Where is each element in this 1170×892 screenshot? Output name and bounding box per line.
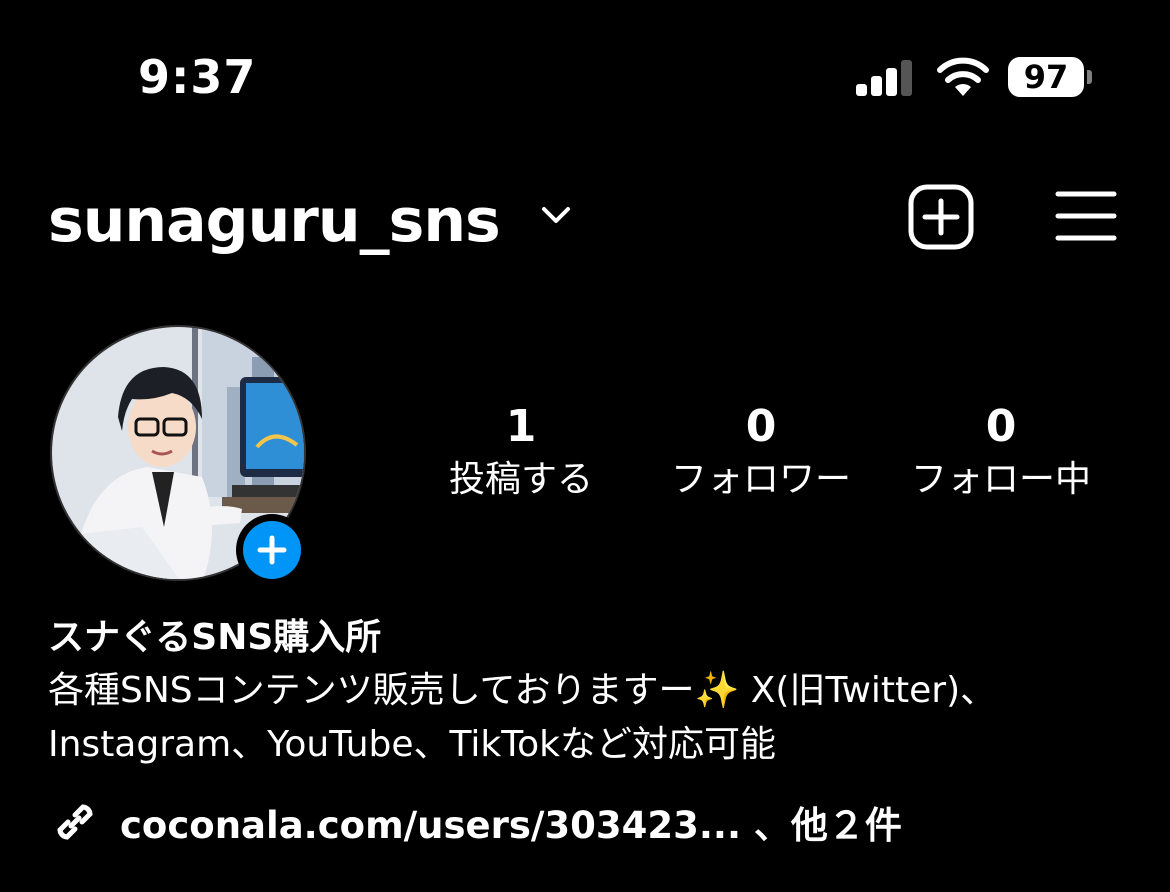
- bio-line-2: Instagram、YouTube、TikTokなど対応可能: [48, 724, 777, 765]
- profile-link-text[interactable]: coconala.com/users/303423... 、他２件: [120, 795, 902, 849]
- create-post-button[interactable]: [908, 184, 974, 250]
- plus-icon: [243, 521, 301, 579]
- battery-tip: [1087, 70, 1092, 84]
- menu-icon[interactable]: [1055, 190, 1117, 242]
- bio-line-1: 各種SNSコンテンツ販売しておりますー✨ X(旧Twitter)、: [48, 670, 997, 711]
- following-label: フォロー中: [910, 459, 1091, 500]
- add-story-button[interactable]: [236, 514, 308, 586]
- following-count: 0: [985, 401, 1017, 452]
- wifi-icon: [937, 57, 989, 96]
- stat-following[interactable]: 0 フォロー中: [891, 398, 1111, 504]
- username-switcher[interactable]: sunaguru_sns: [48, 186, 501, 256]
- link-icon: [57, 804, 93, 840]
- display-name: スナぐるSNS購入所: [48, 617, 382, 658]
- stat-followers[interactable]: 0 フォロワー: [651, 398, 871, 504]
- cellular-signal-icon: [856, 60, 912, 96]
- followers-label: フォロワー: [670, 459, 851, 500]
- bio-text: 各種SNSコンテンツ販売しておりますー✨ X(旧Twitter)、 Instag…: [48, 664, 1138, 772]
- posts-label: 投稿する: [448, 459, 593, 500]
- followers-count: 0: [745, 401, 777, 452]
- battery-indicator: 97: [1008, 57, 1084, 97]
- status-time: 9:37: [138, 50, 257, 104]
- posts-count: 1: [505, 401, 537, 452]
- stat-posts[interactable]: 1 投稿する: [411, 398, 631, 504]
- profile-link[interactable]: coconala.com/users/303423... 、他２件: [48, 792, 902, 852]
- chevron-down-icon[interactable]: [540, 204, 572, 226]
